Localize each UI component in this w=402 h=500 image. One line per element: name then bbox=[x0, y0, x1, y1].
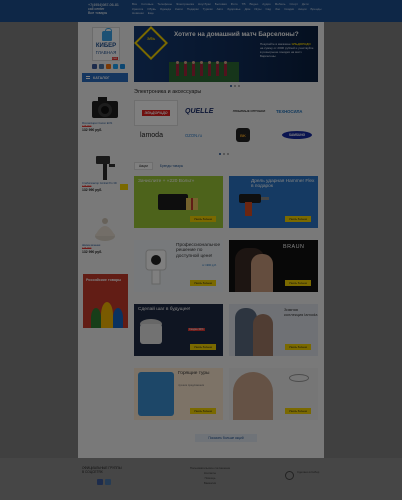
dim-overlay bbox=[0, 0, 402, 500]
